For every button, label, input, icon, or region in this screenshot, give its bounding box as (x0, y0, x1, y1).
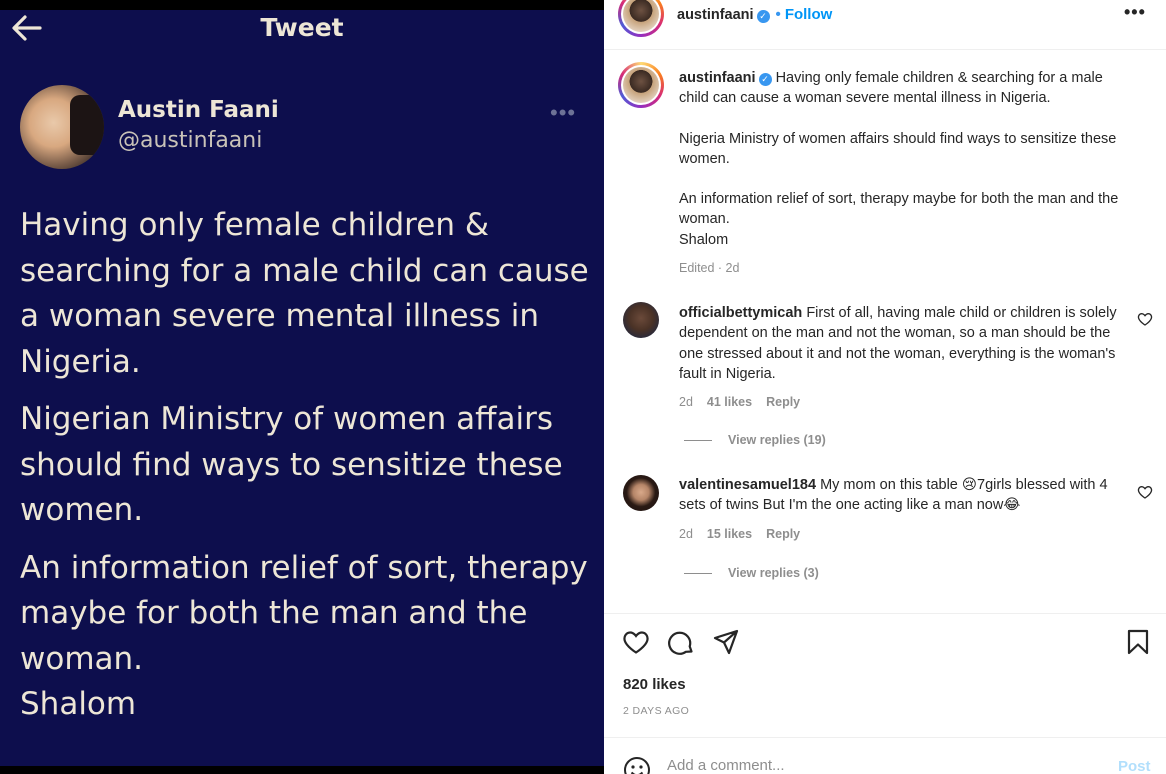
verified-badge-icon: ✓ (758, 73, 772, 86)
comment-username[interactable]: valentinesamuel184 (679, 477, 816, 493)
comment-username[interactable]: officialbettymicah (679, 305, 802, 321)
comment-bar: Post (604, 737, 1166, 774)
more-options-icon[interactable]: ••• (1124, 2, 1146, 23)
tweet-author-handle[interactable]: @austinfaani (118, 128, 262, 153)
comment-text-block: valentinesamuel184 My mom on this table … (679, 475, 1119, 544)
comment-reply-button[interactable]: Reply (766, 527, 800, 541)
comment-text-block: officialbettymicah First of all, having … (679, 303, 1119, 412)
tweet-avatar[interactable] (20, 85, 104, 169)
share-icon[interactable] (712, 628, 740, 656)
comment-meta: 2d 15 likes Reply (679, 524, 1119, 544)
caption-text: Nigeria Ministry of women affairs should… (679, 130, 1117, 167)
comment-heart-icon[interactable] (1137, 484, 1153, 500)
comment-reply-button[interactable]: Reply (766, 395, 800, 409)
comment-meta: 2d 41 likes Reply (679, 392, 1119, 412)
tweet-paragraph: Nigerian Ministry of women affairs shoul… (20, 401, 563, 528)
top-border (0, 0, 604, 10)
view-replies-label: View replies (3) (728, 566, 819, 580)
comment-avatar[interactable] (623, 302, 659, 338)
comment-age: 2d (679, 395, 693, 410)
comment-likes[interactable]: 41 likes (707, 395, 752, 409)
comment-avatar[interactable] (623, 475, 659, 511)
caption-text: An information relief of sort, therapy m… (679, 191, 1119, 248)
tweet-header-title: Tweet (260, 13, 344, 42)
caption-avatar[interactable] (618, 62, 664, 108)
divider-line (684, 573, 712, 575)
header-avatar[interactable] (618, 0, 664, 37)
tweet-more-icon[interactable]: ••• (550, 100, 576, 126)
emoji-icon[interactable] (623, 756, 651, 774)
caption-meta: Edited · 2d (679, 261, 740, 276)
likes-count[interactable]: 820 likes (623, 676, 686, 693)
header-username[interactable]: austinfaani (677, 7, 754, 23)
post-timestamp: 2 DAYS AGO (623, 705, 690, 717)
comment-likes[interactable]: 15 likes (707, 527, 752, 541)
divider-line (684, 440, 712, 442)
bottom-border (0, 766, 604, 774)
header-user: austinfaani ✓ • Follow (677, 6, 832, 23)
view-replies-button[interactable]: View replies (3) (684, 566, 819, 580)
post-caption: austinfaani ✓ Having only female children… (679, 68, 1129, 278)
heart-icon[interactable] (622, 628, 650, 656)
post-header: austinfaani ✓ • Follow ••• (604, 0, 1166, 50)
view-replies-button[interactable]: View replies (19) (684, 433, 826, 447)
tweet-paragraph: An information relief of sort, therapy m… (20, 549, 588, 723)
bookmark-icon[interactable] (1124, 628, 1152, 656)
comment-input[interactable] (667, 757, 1087, 774)
follow-button[interactable]: Follow (785, 6, 833, 23)
actions-divider (604, 613, 1166, 614)
comment-icon[interactable] (667, 628, 695, 656)
view-replies-label: View replies (19) (728, 433, 826, 447)
tweet-screenshot: Tweet Austin Faani @austinfaani ••• Havi… (0, 0, 604, 774)
instagram-post-panel: austinfaani ✓ • Follow ••• austinfaani ✓ Hav… (604, 0, 1166, 774)
tweet-body: Having only female children & searching … (20, 203, 590, 740)
caption-username[interactable]: austinfaani (679, 70, 756, 86)
post-comment-button[interactable]: Post (1118, 758, 1151, 774)
header-dot: • (775, 6, 781, 23)
comment-age: 2d (679, 526, 693, 541)
tweet-author-name[interactable]: Austin Faani (118, 97, 279, 123)
tweet-paragraph: Having only female children & searching … (20, 207, 589, 380)
comment-heart-icon[interactable] (1137, 311, 1153, 327)
verified-badge-icon: ✓ (756, 10, 770, 23)
